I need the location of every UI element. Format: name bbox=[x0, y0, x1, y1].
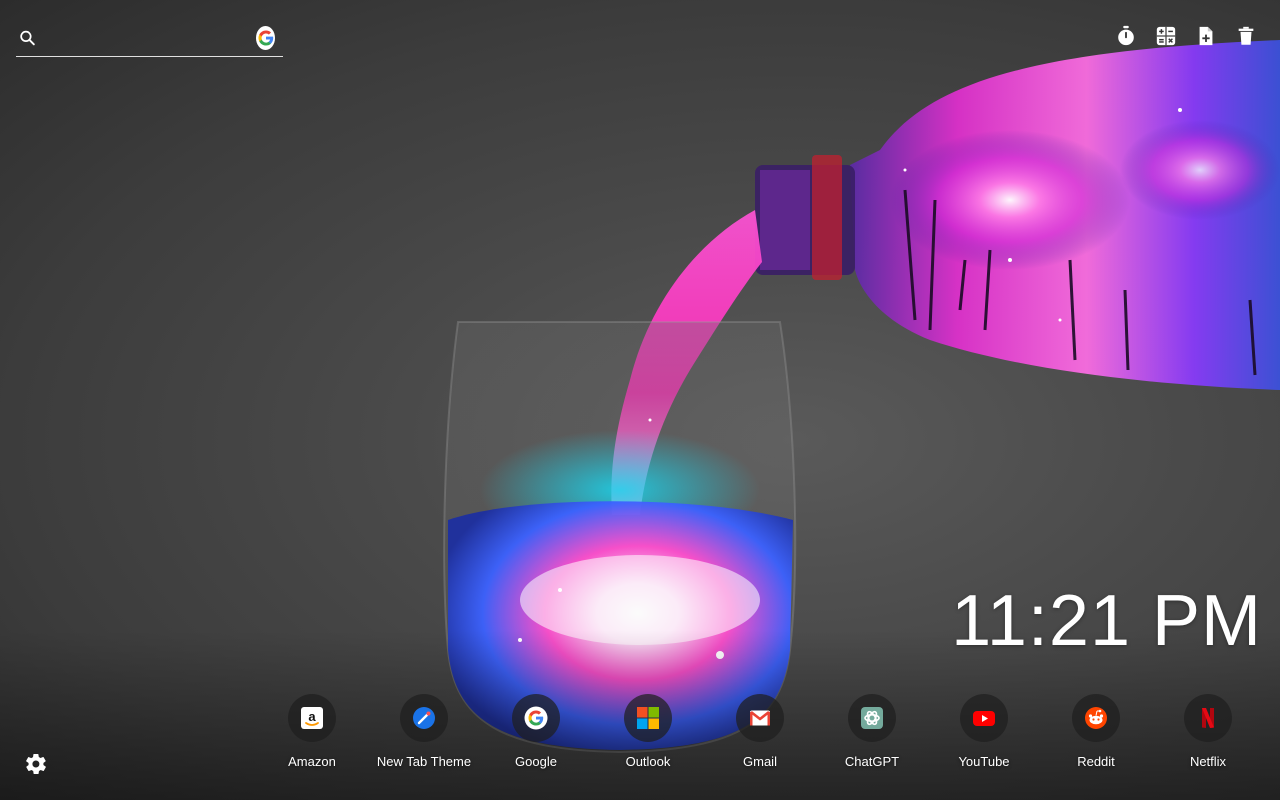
trash-icon[interactable] bbox=[1234, 24, 1258, 48]
shortcut-youtube[interactable]: YouTube bbox=[928, 694, 1040, 769]
amazon-icon[interactable]: a bbox=[288, 694, 336, 742]
shortcuts-dock: a Amazon New Tab Theme Google Outlook Gm… bbox=[256, 694, 1264, 769]
shortcut-google[interactable]: Google bbox=[480, 694, 592, 769]
shortcut-label: Netflix bbox=[1189, 754, 1227, 769]
search-icon[interactable] bbox=[18, 26, 37, 50]
shortcut-label: YouTube bbox=[958, 754, 1010, 769]
shortcut-label: Amazon bbox=[288, 754, 336, 769]
youtube-icon[interactable] bbox=[960, 694, 1008, 742]
reddit-icon[interactable] bbox=[1072, 694, 1120, 742]
shortcut-amazon[interactable]: a Amazon bbox=[256, 694, 368, 769]
shortcut-chatgpt[interactable]: ChatGPT bbox=[816, 694, 928, 769]
gear-icon[interactable] bbox=[24, 752, 48, 776]
netflix-icon[interactable] bbox=[1184, 694, 1232, 742]
wallpaper-background bbox=[443, 40, 1280, 754]
google-icon[interactable] bbox=[256, 26, 275, 50]
shortcut-netflix[interactable]: Netflix bbox=[1152, 694, 1264, 769]
shortcut-label: ChatGPT bbox=[844, 754, 900, 769]
clock: 11:21 PM bbox=[951, 581, 1262, 661]
new-tab-theme-icon[interactable] bbox=[400, 694, 448, 742]
svg-text:a: a bbox=[308, 709, 316, 724]
shortcut-label: New Tab Theme bbox=[376, 754, 472, 769]
shortcut-reddit[interactable]: Reddit bbox=[1040, 694, 1152, 769]
outlook-icon[interactable] bbox=[624, 694, 672, 742]
toolbar bbox=[1114, 24, 1258, 48]
google-icon[interactable] bbox=[512, 694, 560, 742]
shortcut-new-tab-theme[interactable]: New Tab Theme bbox=[368, 694, 480, 769]
shortcut-label: Reddit bbox=[1077, 754, 1115, 769]
add-note-icon[interactable] bbox=[1194, 24, 1218, 48]
shortcut-label: Gmail bbox=[743, 754, 777, 769]
shortcut-gmail[interactable]: Gmail bbox=[704, 694, 816, 769]
search-bar bbox=[16, 20, 283, 57]
chatgpt-icon[interactable] bbox=[848, 694, 896, 742]
search-input[interactable] bbox=[37, 29, 256, 47]
shortcut-label: Outlook bbox=[625, 754, 671, 769]
gmail-icon[interactable] bbox=[736, 694, 784, 742]
shortcut-label: Google bbox=[515, 754, 557, 769]
timer-icon[interactable] bbox=[1114, 24, 1138, 48]
calculator-icon[interactable] bbox=[1154, 24, 1178, 48]
shortcut-outlook[interactable]: Outlook bbox=[592, 694, 704, 769]
